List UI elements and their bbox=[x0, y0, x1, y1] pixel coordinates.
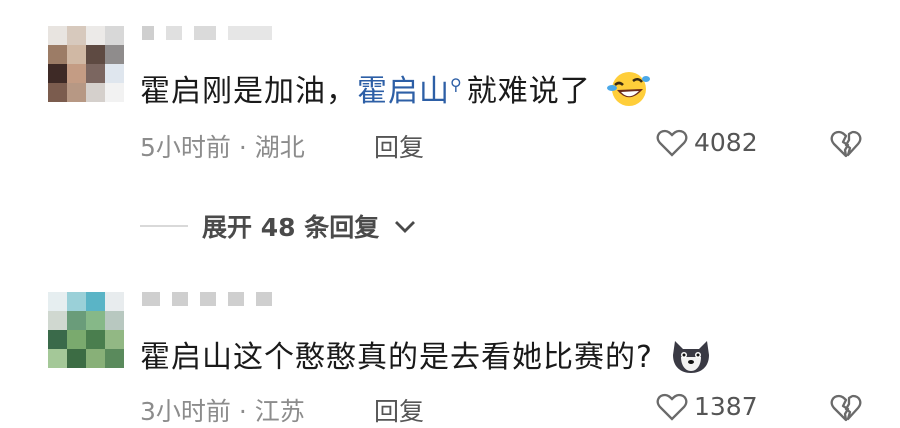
username-blurred[interactable] bbox=[142, 292, 272, 306]
comment-time: 3小时前 bbox=[140, 397, 231, 426]
heart-icon bbox=[656, 393, 688, 421]
avatar[interactable] bbox=[48, 26, 124, 102]
comment-text-suffix: 就难说了 bbox=[466, 74, 591, 109]
expand-replies-label: 展开 48 条回复 bbox=[202, 213, 380, 242]
comment-text-prefix: 霍启刚是加油， bbox=[140, 74, 357, 109]
chevron-down-icon bbox=[395, 221, 416, 233]
laughing-tears-emoji bbox=[607, 69, 651, 117]
doge-emoji bbox=[669, 335, 713, 383]
dislike-button[interactable] bbox=[830, 394, 862, 426]
search-icon[interactable]: ⚲ bbox=[450, 75, 463, 94]
reply-button[interactable]: 回复 bbox=[374, 392, 424, 428]
like-count: 1387 bbox=[694, 392, 758, 421]
reply-button[interactable]: 回复 bbox=[374, 128, 424, 164]
like-button[interactable]: 1387 bbox=[656, 392, 758, 421]
heart-icon bbox=[656, 129, 688, 157]
meta-separator: · bbox=[238, 133, 247, 162]
comment-location: 湖北 bbox=[254, 133, 305, 162]
broken-heart-icon bbox=[830, 130, 862, 158]
search-link[interactable]: 霍启山 bbox=[357, 74, 450, 109]
comment-text: 霍启刚是加油，霍启山⚲ 就难说了 bbox=[140, 66, 651, 117]
like-button[interactable]: 4082 bbox=[656, 128, 758, 157]
expand-replies-button[interactable]: 展开 48 条回复 bbox=[140, 208, 417, 244]
like-count: 4082 bbox=[694, 128, 758, 157]
comment-location: 江苏 bbox=[254, 397, 305, 426]
username-blurred[interactable] bbox=[142, 26, 272, 40]
comment-text: 霍启山这个憨憨真的是去看她比赛的? bbox=[140, 332, 713, 383]
comment-meta: 3小时前 · 江苏 bbox=[140, 392, 305, 428]
meta-separator: · bbox=[238, 397, 247, 426]
dislike-button[interactable] bbox=[830, 130, 862, 162]
comment-text-body: 霍启山这个憨憨真的是去看她比赛的? bbox=[140, 340, 653, 375]
comment-meta: 5小时前 · 湖北 bbox=[140, 128, 305, 164]
avatar[interactable] bbox=[48, 292, 124, 368]
divider-line bbox=[140, 225, 188, 227]
broken-heart-icon bbox=[830, 394, 862, 422]
comment-time: 5小时前 bbox=[140, 133, 231, 162]
